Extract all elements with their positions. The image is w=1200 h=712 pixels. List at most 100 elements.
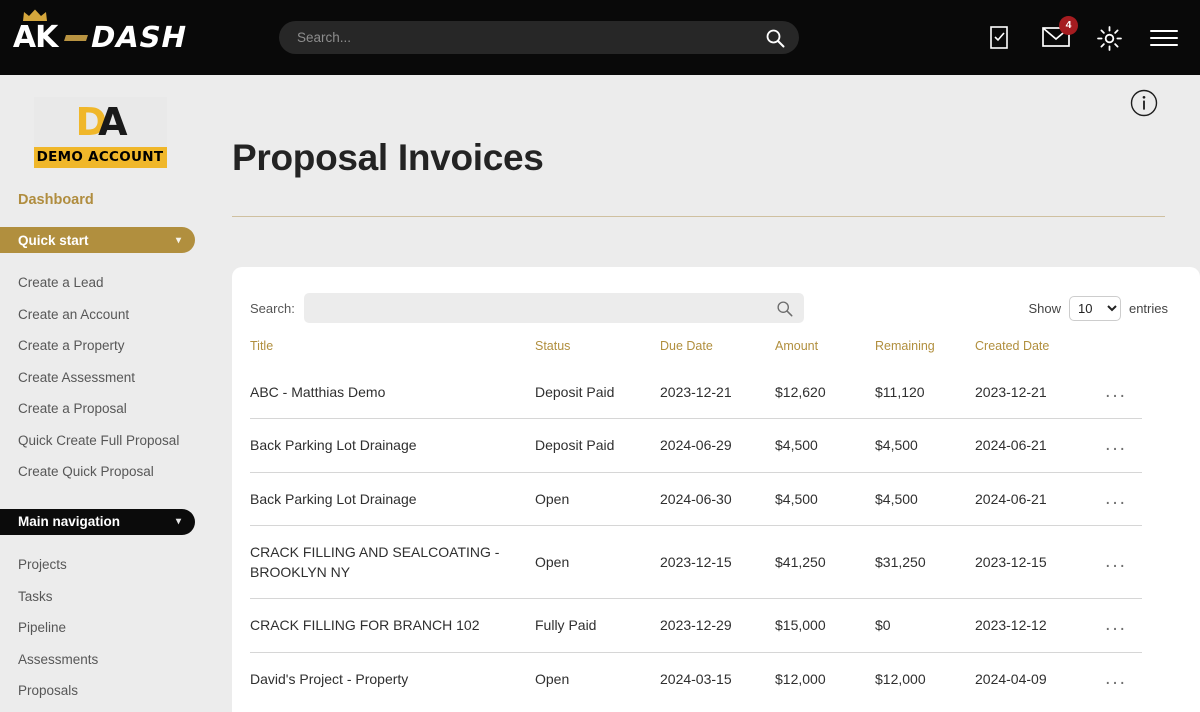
row-actions-menu-icon[interactable]: ... xyxy=(1105,552,1127,571)
cell-status: Open xyxy=(535,651,660,706)
cell-remaining: $4,500 xyxy=(875,471,975,526)
row-actions-menu-icon[interactable]: ... xyxy=(1105,382,1127,401)
sidebar-section-quick-start[interactable]: Quick start ▾ xyxy=(0,227,195,253)
table-search-input[interactable] xyxy=(314,300,776,316)
sidebar-item-schedule[interactable]: Schedule xyxy=(0,707,200,712)
sidebar-item-proposals[interactable]: Proposals xyxy=(0,675,200,707)
sidebar-item-create-an-account[interactable]: Create an Account xyxy=(0,299,200,331)
sidebar-item-assessments[interactable]: Assessments xyxy=(0,644,200,676)
table-header: Title Status Due Date Amount Remaining C… xyxy=(250,327,1142,366)
cell-created-date: 2023-12-15 xyxy=(975,524,1090,599)
cell-status: Open xyxy=(535,471,660,526)
table-row[interactable]: Back Parking Lot Drainage Deposit Paid 2… xyxy=(250,418,1142,473)
info-circle-icon[interactable] xyxy=(1130,89,1158,117)
hamburger-line-2 xyxy=(1150,36,1178,39)
table-row[interactable]: David's Project - Property Open 2024-03-… xyxy=(250,651,1142,706)
settings-gear-icon[interactable] xyxy=(1096,25,1122,51)
sidebar-item-dashboard[interactable]: Dashboard xyxy=(18,192,200,208)
hamburger-line-1 xyxy=(1150,29,1178,32)
sidebar-section-main-navigation-label: Main navigation xyxy=(18,514,121,530)
row-actions-menu-icon[interactable]: ... xyxy=(1105,489,1127,508)
logo-dash-accent-bar xyxy=(64,34,89,41)
account-logo: DA DEMO ACCOUNT xyxy=(33,97,167,168)
sidebar-item-pipeline[interactable]: Pipeline xyxy=(0,612,200,644)
sidebar-section-main-navigation[interactable]: Main navigation ▾ xyxy=(0,508,195,535)
table-row[interactable]: CRACK FILLING FOR BRANCH 102 Fully Paid … xyxy=(250,598,1142,653)
top-bar-icon-group: 4 xyxy=(988,0,1178,75)
column-header-due-date[interactable]: Due Date xyxy=(660,327,775,366)
table-search-box[interactable] xyxy=(303,293,804,323)
sidebar-item-tasks[interactable]: Tasks xyxy=(0,581,200,613)
cell-due-date: 2024-06-29 xyxy=(660,418,775,473)
cell-title: Back Parking Lot Drainage xyxy=(250,471,535,526)
sidebar-item-create-a-lead[interactable]: Create a Lead xyxy=(0,267,200,299)
unread-messages-badge: 4 xyxy=(1059,15,1078,35)
hamburger-menu-icon[interactable] xyxy=(1150,29,1178,46)
column-header-created-date[interactable]: Created Date xyxy=(975,327,1090,366)
row-actions-menu-icon[interactable]: ... xyxy=(1105,669,1127,688)
sidebar-item-quick-create-full-proposal[interactable]: Quick Create Full Proposal xyxy=(0,425,200,457)
entries-label: entries xyxy=(1128,300,1168,316)
cell-title: Back Parking Lot Drainage xyxy=(250,418,535,473)
cell-title: CRACK FILLING AND SEALCOATING - BROOKLYN… xyxy=(250,524,535,599)
cell-created-date: 2024-04-09 xyxy=(975,651,1090,706)
table-row[interactable]: CRACK FILLING AND SEALCOATING - BROOKLYN… xyxy=(250,524,1142,599)
messages-envelope-icon[interactable]: 4 xyxy=(1042,15,1078,51)
column-header-remaining[interactable]: Remaining xyxy=(875,327,975,366)
app-logo[interactable]: AK DASH xyxy=(0,0,200,75)
row-actions-menu-icon[interactable]: ... xyxy=(1105,615,1127,634)
cell-due-date: 2023-12-29 xyxy=(660,598,775,653)
account-logo-mark: DA xyxy=(33,97,167,147)
cell-title: David's Project - Property xyxy=(250,651,535,706)
table-header-row: Title Status Due Date Amount Remaining C… xyxy=(250,327,1142,366)
row-actions-menu-icon[interactable]: ... xyxy=(1105,435,1127,454)
logo-dash-label: DASH xyxy=(87,20,191,54)
cell-created-date: 2024-06-21 xyxy=(975,418,1090,473)
column-header-status[interactable]: Status xyxy=(535,327,660,366)
search-icon[interactable] xyxy=(776,300,793,317)
sidebar-item-projects[interactable]: Projects xyxy=(0,549,200,581)
sidebar-item-create-quick-proposal[interactable]: Create Quick Proposal xyxy=(0,456,200,488)
sidebar-item-create-a-proposal[interactable]: Create a Proposal xyxy=(0,393,200,425)
page-size-select[interactable]: 102550100 xyxy=(1068,295,1121,321)
sidebar-item-create-a-property[interactable]: Create a Property xyxy=(0,330,200,362)
cell-status: Open xyxy=(535,524,660,599)
logo-ak-text: AK xyxy=(12,9,58,55)
cell-created-date: 2024-06-21 xyxy=(975,471,1090,526)
chevron-down-icon: ▾ xyxy=(175,234,181,246)
logo-ak-label: AK xyxy=(12,19,58,55)
cell-remaining: $4,500 xyxy=(875,418,975,473)
cell-due-date: 2024-06-30 xyxy=(660,471,775,526)
cell-status: Deposit Paid xyxy=(535,384,615,400)
global-search-box[interactable] xyxy=(279,21,799,54)
cell-remaining: $31,250 xyxy=(875,524,975,599)
tasks-checklist-icon[interactable] xyxy=(988,25,1014,51)
crown-icon xyxy=(23,9,48,21)
global-search-input[interactable] xyxy=(297,30,765,45)
table-toolbar: Search: Show 102550100 entries xyxy=(232,267,1200,327)
page-title: Proposal Invoices xyxy=(232,137,544,178)
table-row[interactable]: ABC - Matthias Demo Deposit Paid 2023-12… xyxy=(250,366,1142,419)
cell-amount: $4,500 xyxy=(775,471,875,526)
sidebar: DA DEMO ACCOUNT Dashboard Quick start ▾ … xyxy=(0,75,200,712)
cell-amount: $41,250 xyxy=(775,524,875,599)
table-row[interactable]: Back Parking Lot Drainage Open 2024-06-3… xyxy=(250,471,1142,526)
search-icon[interactable] xyxy=(765,28,785,48)
cell-remaining: $0 xyxy=(875,598,975,653)
cell-status: Fully Paid xyxy=(535,598,660,653)
proposal-invoices-table: Title Status Due Date Amount Remaining C… xyxy=(250,327,1142,706)
cell-amount: $12,000 xyxy=(775,651,875,706)
cell-created-date: 2023-12-12 xyxy=(975,598,1090,653)
account-name-label: DEMO ACCOUNT xyxy=(33,147,167,168)
cell-title: ABC - Matthias Demo xyxy=(250,384,386,400)
entries-per-page-control: Show 102550100 entries xyxy=(1028,295,1176,321)
cell-created-date: 2023-12-21 xyxy=(975,384,1047,400)
sidebar-section-quick-start-label: Quick start xyxy=(18,232,89,248)
cell-status: Deposit Paid xyxy=(535,418,660,473)
column-header-title[interactable]: Title xyxy=(250,327,535,366)
column-header-amount[interactable]: Amount xyxy=(775,327,875,366)
sidebar-quick-start-list: Create a Lead Create an Account Create a… xyxy=(0,267,200,488)
table-search-label: Search: xyxy=(250,300,295,316)
sidebar-item-create-assessment[interactable]: Create Assessment xyxy=(0,362,200,394)
cell-due-date: 2023-12-15 xyxy=(660,524,775,599)
